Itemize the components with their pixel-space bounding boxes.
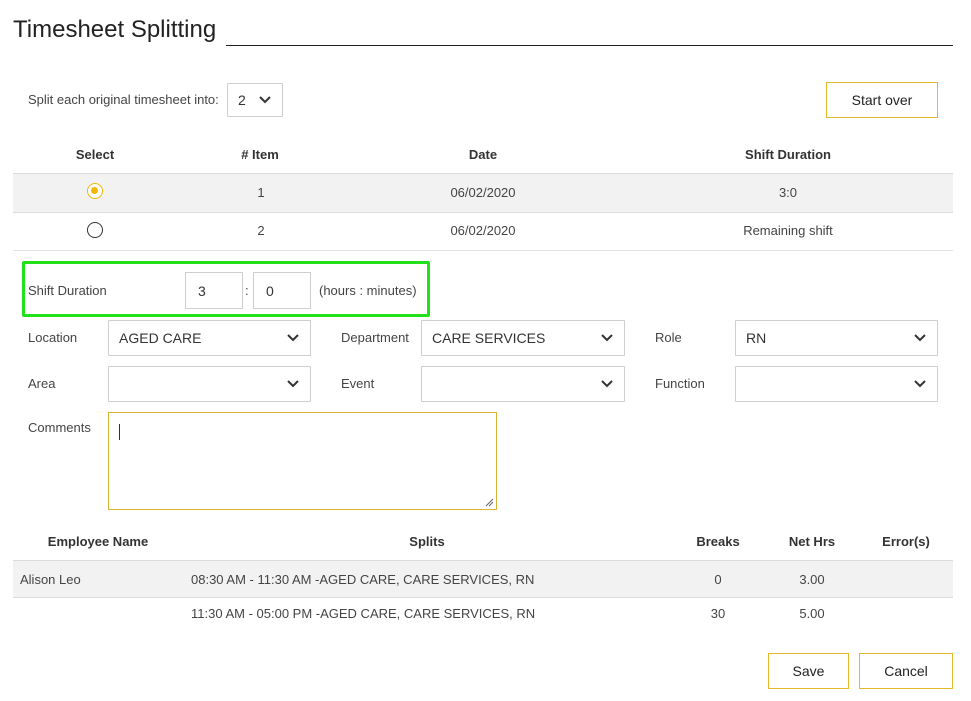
area-select[interactable] (108, 366, 311, 402)
header-item: # Item (241, 147, 279, 162)
comments-textarea[interactable] (108, 412, 497, 510)
row-item-number: 1 (257, 185, 265, 200)
table-row: Alison Leo 08:30 AM - 11:30 AM -AGED CAR… (13, 560, 953, 598)
row-net-hrs: 5.00 (799, 606, 825, 621)
chevron-down-icon (259, 96, 271, 104)
radio-selected-icon[interactable] (87, 183, 103, 199)
event-label: Event (341, 376, 375, 391)
duration-unit-hint: (hours : minutes) (319, 283, 417, 298)
hours-input[interactable]: 3 (185, 272, 243, 309)
chevron-down-icon (914, 334, 926, 342)
row-split: 08:30 AM - 11:30 AM -AGED CARE, CARE SER… (191, 572, 535, 587)
header-net-hrs: Net Hrs (788, 534, 836, 549)
row-item-number: 2 (257, 223, 265, 238)
header-shift-duration: Shift Duration (745, 147, 831, 162)
department-label: Department (341, 330, 409, 345)
row-employee-name: Alison Leo (20, 572, 81, 587)
comments-label: Comments (28, 420, 91, 435)
row-date: 06/02/2020 (450, 223, 516, 238)
chevron-down-icon (601, 380, 613, 388)
cancel-button[interactable]: Cancel (859, 653, 953, 689)
chevron-down-icon (287, 334, 299, 342)
header-select: Select (75, 147, 115, 162)
split-count-value: 2 (238, 92, 246, 108)
row-duration: 3:0 (778, 185, 798, 200)
table-row[interactable]: 2 06/02/2020 Remaining shift (13, 213, 953, 251)
area-label: Area (28, 376, 56, 391)
row-breaks: 30 (710, 606, 726, 621)
role-value: RN (746, 330, 767, 346)
chevron-down-icon (914, 380, 926, 388)
location-label: Location (28, 330, 78, 345)
start-over-button[interactable]: Start over (826, 82, 938, 118)
chevron-down-icon (601, 334, 613, 342)
table-row[interactable]: 1 06/02/2020 3:0 (13, 173, 953, 213)
text-caret (119, 424, 120, 440)
role-label: Role (655, 330, 682, 345)
resize-handle-icon[interactable] (485, 498, 494, 507)
split-count-select[interactable]: 2 (227, 83, 283, 117)
row-split: 11:30 AM - 05:00 PM -AGED CARE, CARE SER… (191, 606, 536, 621)
department-value: CARE SERVICES (432, 330, 546, 346)
header-date: Date (468, 147, 498, 162)
save-button[interactable]: Save (768, 653, 849, 689)
row-breaks: 0 (714, 572, 722, 587)
title-underline (226, 45, 953, 46)
table-row: 11:30 AM - 05:00 PM -AGED CARE, CARE SER… (13, 598, 953, 632)
function-label: Function (655, 376, 705, 391)
radio-unselected-icon[interactable] (87, 222, 103, 238)
page-title: Timesheet Splitting (13, 16, 217, 43)
time-separator: : (245, 283, 249, 298)
header-breaks: Breaks (696, 534, 740, 549)
header-splits: Splits (409, 534, 445, 549)
shift-duration-label: Shift Duration (28, 283, 107, 298)
header-errors: Error(s) (882, 534, 930, 549)
event-select[interactable] (421, 366, 625, 402)
row-duration: Remaining shift (743, 223, 833, 238)
department-select[interactable]: CARE SERVICES (421, 320, 625, 356)
minutes-input[interactable]: 0 (253, 272, 311, 309)
header-employee-name: Employee Name (47, 534, 149, 549)
row-net-hrs: 3.00 (799, 572, 825, 587)
location-select[interactable]: AGED CARE (108, 320, 311, 356)
function-select[interactable] (735, 366, 938, 402)
role-select[interactable]: RN (735, 320, 938, 356)
chevron-down-icon (287, 380, 299, 388)
row-date: 06/02/2020 (450, 185, 516, 200)
split-count-label: Split each original timesheet into: (28, 92, 219, 107)
location-value: AGED CARE (119, 330, 202, 346)
